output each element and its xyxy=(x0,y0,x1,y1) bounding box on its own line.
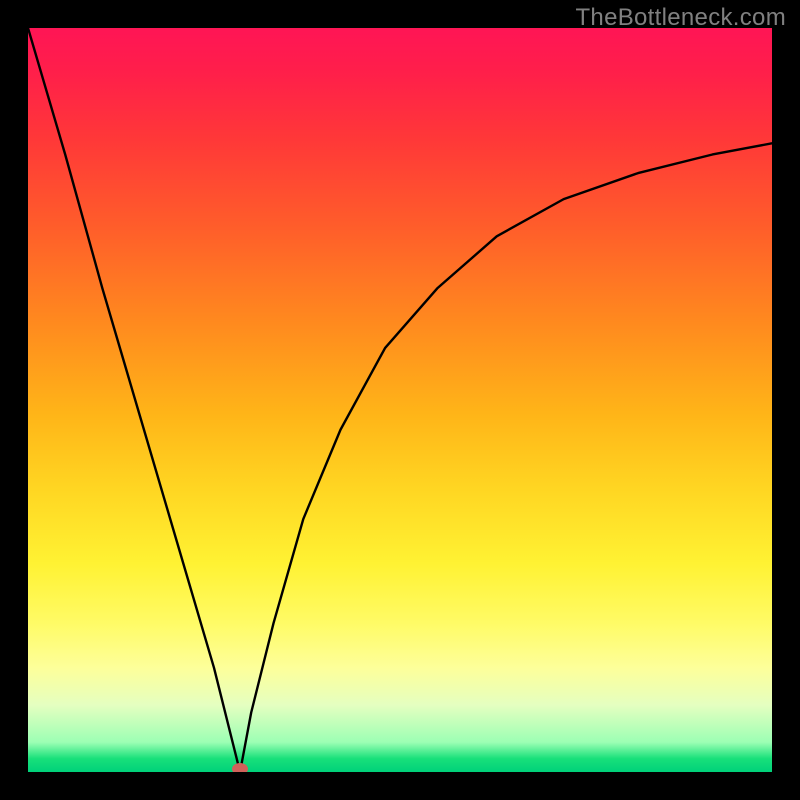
optimum-marker xyxy=(232,763,248,772)
plot-area xyxy=(28,28,772,772)
watermark-text: TheBottleneck.com xyxy=(575,4,786,32)
chart-frame: TheBottleneck.com xyxy=(0,0,800,800)
bottleneck-curve xyxy=(28,28,772,772)
